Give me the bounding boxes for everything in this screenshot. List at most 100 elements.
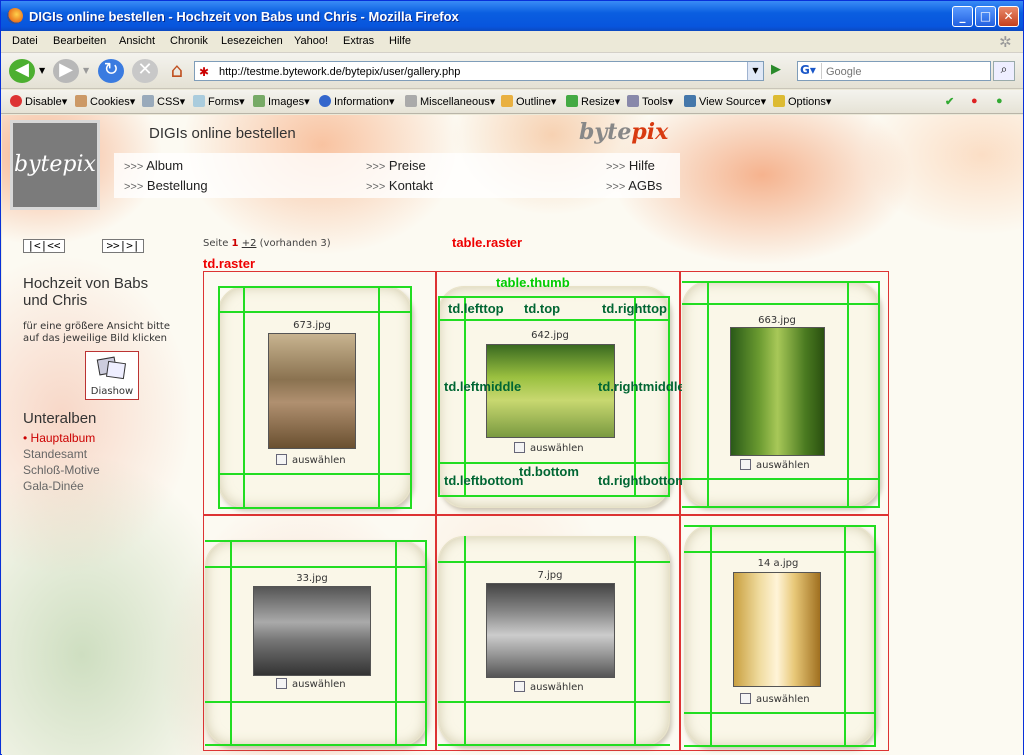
back-arrow-icon[interactable]: ◀ [9,59,35,83]
brand-wordmark: bytepix [579,119,669,145]
dev-outline[interactable]: Outline▾ [501,95,556,108]
thumb-filename: 14 a.jpg [757,558,799,569]
maximize-button[interactable]: □ [975,6,996,27]
url-dropdown-icon[interactable]: ▼ [747,62,763,80]
album-gala-dinee[interactable]: Gala-Dinée [23,479,84,493]
home-icon[interactable]: ⌂ [164,59,190,83]
menu-extras[interactable]: Extras [343,35,374,47]
disable-icon [10,95,22,107]
forward-dropdown-icon[interactable]: ▼ [83,66,89,75]
menu-ansicht[interactable]: Ansicht [119,35,155,47]
thumbnail-photo[interactable] [730,327,825,456]
dev-information[interactable]: Information▾ [319,95,395,108]
options-icon [773,95,785,107]
stop-icon[interactable]: ✕ [132,59,158,83]
dev-miscellaneous[interactable]: Miscellaneous▾ [405,95,495,108]
next-last-page-button[interactable]: >>|>| [102,239,144,253]
error-icon[interactable]: ● [971,95,978,107]
images-icon [253,95,265,107]
select-checkbox[interactable]: auswählen [276,678,346,690]
dev-view-source[interactable]: View Source▾ [684,95,766,108]
page-info: Seite 1 +2 (vorhanden 3) [203,238,331,249]
gallery-description: für eine größere Ansicht bitte auf das j… [23,321,171,344]
site-title: DIGIs online bestellen [149,125,296,142]
label-td-lefttop: td.lefttop [448,301,504,316]
main-navigation: >>> Album >>> Preise >>> Hilfe >>> Beste… [114,153,680,198]
google-engine-icon[interactable]: G▾ [800,63,822,79]
next-page-link[interactable]: +2 [242,238,257,249]
search-input[interactable] [826,64,986,79]
thumbnail-photo[interactable] [253,586,371,676]
forward-arrow-icon[interactable]: ▶ [53,59,79,83]
label-td-rightbottom: td.rightbottom [598,473,687,488]
view-source-icon [684,95,696,107]
dev-css[interactable]: CSS▾ [142,95,185,108]
nav-bestellung[interactable]: >>> Bestellung [124,178,208,193]
select-checkbox[interactable]: auswählen [740,459,810,471]
label-td-raster: td.raster [203,256,256,271]
menu-yahoo[interactable]: Yahoo! [294,35,328,47]
nav-album[interactable]: >>> Album [124,158,183,173]
thumbnail-photo[interactable] [733,572,821,687]
first-prev-page-button[interactable]: |<|<< [23,239,65,253]
web-developer-toolbar: Disable▾ Cookies▾ CSS▾ Forms▾ Images▾ In… [1,90,1023,114]
outline-icon [501,95,513,107]
menu-lesezeichen[interactable]: Lesezeichen [221,35,283,47]
title-bar: DIGIs online bestellen - Hochzeit von Ba… [1,1,1023,31]
nav-hilfe[interactable]: >>> Hilfe [606,158,655,173]
gallery-title: Hochzeit von Babs und Chris [23,275,149,309]
miscellaneous-icon [405,95,417,107]
forms-icon [193,95,205,107]
menu-hilfe[interactable]: Hilfe [389,35,411,47]
thumbnail-photo[interactable] [268,333,356,449]
select-checkbox[interactable]: auswählen [514,442,584,454]
label-td-bottom: td.bottom [519,464,579,479]
dev-forms[interactable]: Forms▾ [193,95,245,108]
valid-check-icon[interactable]: ✔ [945,95,954,108]
current-page: 1 [231,238,239,249]
dev-images[interactable]: Images▾ [253,95,310,108]
slideshow-icon [96,356,127,380]
label-td-rightmiddle: td.rightmiddle [598,379,685,394]
menu-chronik[interactable]: Chronik [170,35,208,47]
dev-disable[interactable]: Disable▾ [10,95,67,108]
menu-bearbeiten[interactable]: Bearbeiten [53,35,106,47]
dev-options[interactable]: Options▾ [773,95,831,108]
thumb-filename: 642.jpg [531,330,569,341]
site-favicon-icon: ✱ [199,65,210,79]
diashow-button[interactable]: Diashow [85,351,139,400]
go-icon[interactable]: ▶ [767,62,785,80]
select-checkbox[interactable]: auswählen [514,681,584,693]
select-checkbox[interactable]: auswählen [740,693,810,705]
label-td-leftmiddle: td.leftmiddle [444,379,522,394]
information-icon [319,95,331,107]
album-hauptalbum[interactable]: • Hauptalbum [23,431,95,445]
album-standesamt[interactable]: Standesamt [23,447,87,461]
minimize-button[interactable]: _ [952,6,973,27]
ok-icon[interactable]: ● [996,95,1003,107]
nav-agbs[interactable]: >>> AGBs [606,178,662,193]
nav-preise[interactable]: >>> Preise [366,158,426,173]
select-checkbox[interactable]: auswählen [276,454,346,466]
dev-cookies[interactable]: Cookies▾ [75,95,135,108]
back-dropdown-icon[interactable]: ▼ [39,66,45,75]
thumbnail-photo[interactable] [486,583,615,678]
window-title: DIGIs online bestellen - Hochzeit von Ba… [29,9,459,24]
reload-icon[interactable]: ↻ [98,59,124,83]
css-icon [142,95,154,107]
dev-resize[interactable]: Resize▾ [566,95,620,108]
resize-icon [566,95,578,107]
album-schloss-motive[interactable]: Schloß-Motive [23,463,100,477]
menu-datei[interactable]: Datei [12,35,38,47]
thumb-filename: 33.jpg [296,573,328,584]
search-icon[interactable]: ⌕ [993,61,1015,81]
unteralben-heading: Unteralben [23,410,97,427]
dev-tools[interactable]: Tools▾ [627,95,673,108]
firefox-icon [7,8,23,24]
close-button[interactable]: ✕ [998,6,1019,27]
url-bar[interactable]: ✱ ▼ [194,61,764,81]
url-input[interactable] [219,64,739,79]
nav-kontakt[interactable]: >>> Kontakt [366,178,433,193]
search-box[interactable]: G▾ [797,61,991,81]
bytepix-logo[interactable]: bytepix [10,120,100,210]
